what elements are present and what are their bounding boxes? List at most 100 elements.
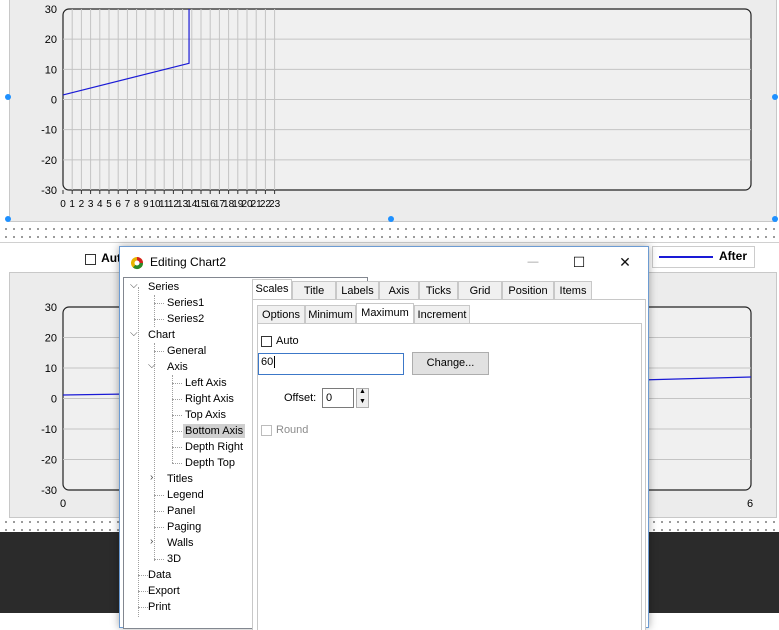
offset-input[interactable]: 0 [322,388,354,408]
subtab-minimum[interactable]: Minimum [305,305,356,323]
top-chart-y-tick: 0 [51,95,57,107]
maximize-button[interactable]: ☐ [556,247,602,277]
bottom-chart-x-tick: 0 [60,498,66,510]
bottom-chart-x-tick: 6 [747,498,753,510]
spin-down-icon[interactable]: ▼ [359,398,366,405]
expand-chevron-icon[interactable]: ⌵ [130,280,138,291]
offset-spinner[interactable]: ▲ ▼ [356,388,369,408]
top-chart-y-tick: 20 [45,34,57,46]
tree-item-series2[interactable]: Series2 [167,312,204,326]
tree-guide [172,431,182,432]
bottom-chart-y-tick: -30 [41,485,57,497]
tree-item-data[interactable]: Data [148,568,171,582]
dialog-title: Editing Chart2 [150,255,227,269]
minimize-button[interactable]: — [510,247,556,277]
tab-grid[interactable]: Grid [458,281,502,299]
tree-item-top-axis[interactable]: Top Axis [185,408,226,422]
top-chart-y-tick: 30 [45,4,57,16]
tab-ticks[interactable]: Ticks [419,281,458,299]
tree-guide [154,527,164,528]
tree-item-export[interactable]: Export [148,584,180,598]
tree-item-panel[interactable]: Panel [167,504,195,518]
top-chart: 3020100-10-20-30 0 1 2 3 4 5 6 7 8 9 1011121314151… [41,4,752,210]
tree-item-legend[interactable]: Legend [167,488,204,502]
top-chart-x-tick: 0 [60,199,66,210]
designer-separator [0,242,779,243]
tree-guide [154,295,155,327]
offset-label: Offset: [284,392,317,404]
chart-resize-handle[interactable] [772,94,778,100]
top-chart-y-tick: -20 [41,155,57,167]
tree-guide [172,399,182,400]
top-chart-x-tick: 4 [97,199,103,210]
expand-chevron-icon[interactable]: ⌵ [130,328,138,339]
top-chart-frame[interactable]: 30 20 10 0 -10 -20 -30 0 1 2 3 4 5 6 7 8 9 10 11 12 13 14 15 1… [9,0,777,222]
subtab-options[interactable]: Options [257,305,305,323]
tab-scales[interactable]: Scales [252,279,292,299]
tree-item-print[interactable]: Print [148,600,171,614]
legend-right-label: After [719,249,748,263]
maximum-value-text: 60 [261,356,274,368]
top-chart-x-tick: 8 [134,199,140,210]
tree-guide [172,375,173,463]
designer-grid-band [0,222,779,238]
tree-item-left-axis[interactable]: Left Axis [185,376,227,390]
tab-position[interactable]: Position [502,281,554,299]
tree-item-series1[interactable]: Series1 [167,296,204,310]
top-chart-x-tick: 1 [69,199,75,210]
top-chart-x-tick: 9 [143,199,149,210]
tree-item-depth-right[interactable]: Depth Right [185,440,243,454]
auto-checkbox[interactable] [261,336,272,347]
tree-guide [172,463,182,464]
tree-guide [154,559,164,560]
subtab-maximum[interactable]: Maximum [356,303,414,323]
tree-guide [154,351,164,352]
tree-guide [172,415,182,416]
bottom-chart-y-tick: -10 [41,424,57,436]
tree-item-depth-top[interactable]: Depth Top [185,456,235,470]
tree-guide [154,511,164,512]
collapse-chevron-icon[interactable]: › [150,536,153,547]
legend-right: After [652,246,755,268]
tree-guide [172,383,182,384]
tree-item-axis[interactable]: Axis [167,360,188,374]
spin-up-icon[interactable]: ▲ [359,388,366,395]
tree-guide [172,447,182,448]
tree-item-series[interactable]: Series [148,280,179,294]
tab-items[interactable]: Items [554,281,592,299]
change-button[interactable]: Change... [412,352,489,375]
tree-item-general[interactable]: General [167,344,206,358]
legend-checkbox[interactable] [85,253,96,265]
close-button[interactable]: ✕ [602,247,648,277]
tree-guide [154,495,164,496]
tab-axis[interactable]: Axis [379,281,419,299]
round-label: Round [276,424,309,436]
editing-chart-dialog: Editing Chart2 — ☐ ✕ ⌵ Series Series1 Se… [119,246,649,630]
round-checkbox [261,425,272,436]
top-chart-x-tick: 5 [106,199,112,210]
maximum-value-input[interactable]: 60 [258,353,404,375]
tree-item-paging[interactable]: Paging [167,520,201,534]
tree-item-walls[interactable]: Walls [167,536,193,550]
top-chart-y-tick: 10 [45,64,57,76]
collapse-chevron-icon[interactable]: › [150,472,153,483]
chart-resize-handle[interactable] [5,94,11,100]
bottom-chart-y-tick: 30 [45,302,57,314]
tree-item-3d[interactable]: 3D [167,552,181,566]
tree-item-right-axis[interactable]: Right Axis [185,392,234,406]
tab-labels[interactable]: Labels [336,281,379,299]
dialog-titlebar[interactable]: Editing Chart2 — ☐ ✕ [120,247,648,277]
top-chart-x-tick: 2 [79,199,85,210]
tree-item-chart[interactable]: Chart [148,328,175,342]
tree-item-titles[interactable]: Titles [167,472,193,486]
tree-guide [154,319,164,320]
tab-title[interactable]: Title [292,281,336,299]
bottom-chart-y-tick: 20 [45,333,57,345]
subtab-increment[interactable]: Increment [414,305,470,323]
offset-value: 0 [326,392,333,404]
expand-chevron-icon[interactable]: ⌵ [148,360,156,371]
tree-item-bottom-axis[interactable]: Bottom Axis [183,424,246,438]
tree-guide [154,343,155,561]
top-chart-y-tick: -30 [41,185,57,197]
tree-guide [138,287,139,617]
